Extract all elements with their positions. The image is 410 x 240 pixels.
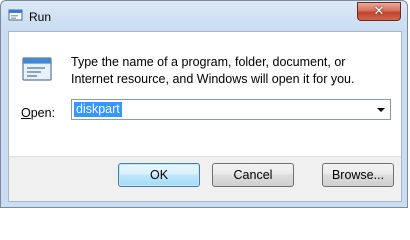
close-button[interactable]: ✕ <box>357 2 401 21</box>
dialog-body: Type the name of a program, folder, docu… <box>8 31 402 202</box>
run-dialog-window: Run ✕ Type the name of a program, folder… <box>0 0 408 208</box>
command-input[interactable]: diskpart <box>74 102 122 117</box>
browse-button[interactable]: Browse... <box>322 163 394 187</box>
run-window-icon <box>22 57 52 81</box>
window-title: Run <box>29 10 52 24</box>
open-combobox[interactable]: diskpart <box>71 99 391 120</box>
chevron-down-icon[interactable] <box>374 102 388 117</box>
cancel-button[interactable]: Cancel <box>212 163 294 187</box>
open-label-mnemonic: O <box>21 106 31 120</box>
run-app-icon <box>8 9 23 21</box>
open-label-text: pen: <box>30 106 56 120</box>
ok-button[interactable]: OK <box>118 163 200 187</box>
close-icon: ✕ <box>373 4 385 19</box>
dialog-description: Type the name of a program, folder, docu… <box>71 55 355 86</box>
title-bar[interactable]: Run ✕ <box>1 1 407 31</box>
open-label: Open: <box>21 106 55 120</box>
